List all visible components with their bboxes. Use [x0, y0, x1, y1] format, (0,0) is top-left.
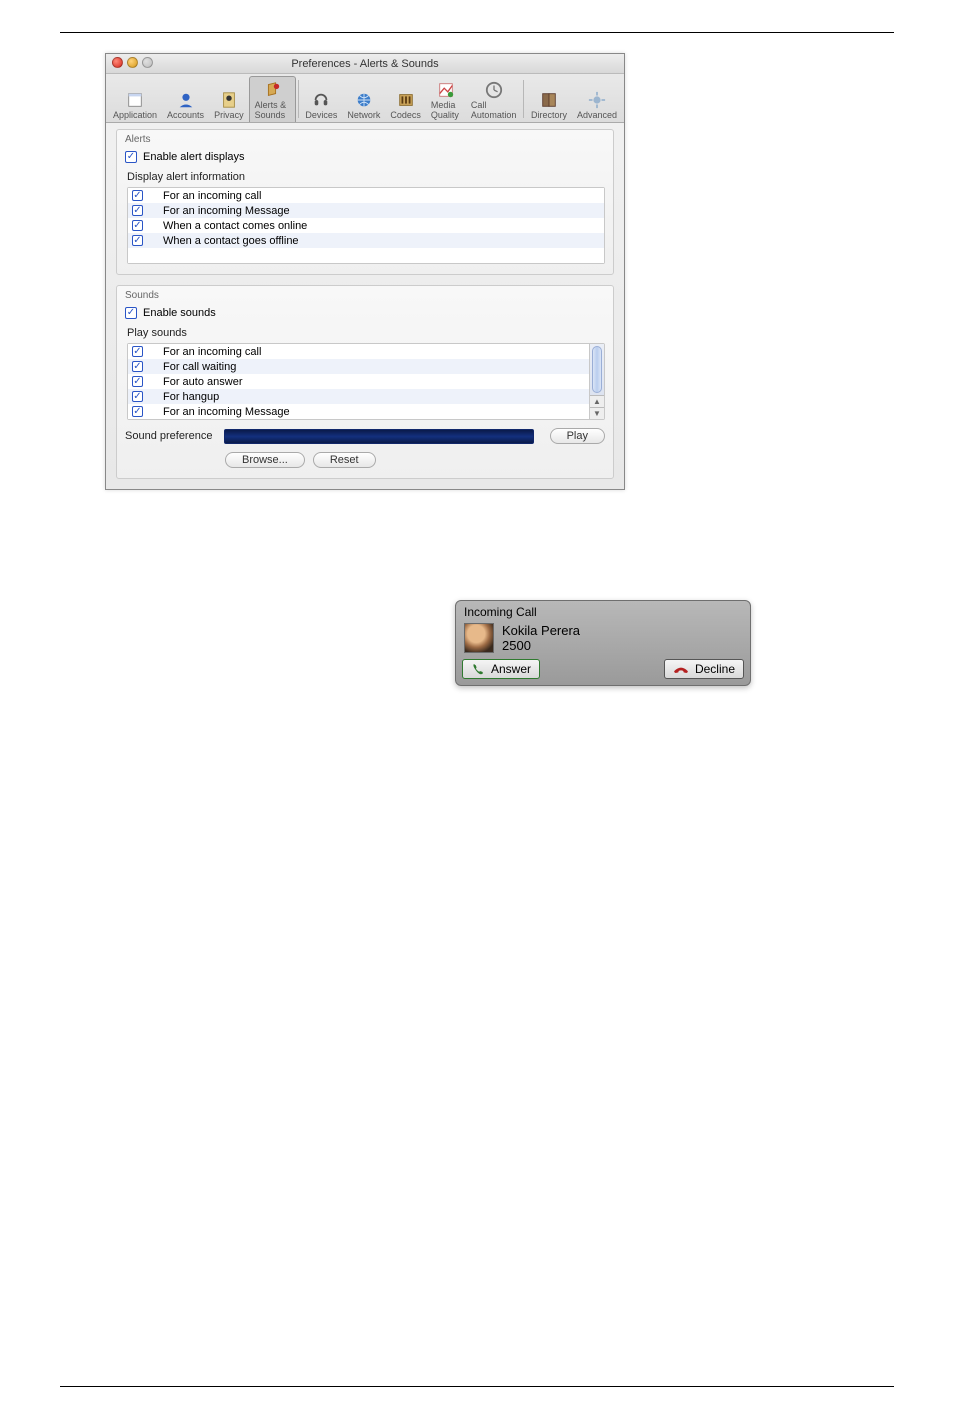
- answer-button[interactable]: Answer: [462, 659, 540, 679]
- reset-button[interactable]: Reset: [313, 452, 376, 468]
- checkbox[interactable]: [132, 205, 143, 216]
- scrollbar[interactable]: ▲ ▼: [590, 344, 604, 419]
- enable-sounds-checkbox[interactable]: [125, 307, 137, 319]
- checkbox[interactable]: [132, 190, 143, 201]
- titlebar: Preferences - Alerts & Sounds: [106, 54, 624, 74]
- window-title: Preferences - Alerts & Sounds: [291, 58, 438, 70]
- list-item-empty: [128, 248, 604, 263]
- browse-button[interactable]: Browse...: [225, 452, 305, 468]
- tab-codecs[interactable]: Codecs: [385, 76, 426, 122]
- sounds-section: Sounds Enable sounds Play sounds For an …: [116, 285, 614, 479]
- privacy-icon: [218, 90, 240, 110]
- scroll-thumb[interactable]: [592, 346, 602, 393]
- zoom-icon[interactable]: [142, 57, 153, 68]
- sound-preference-label: Sound preference: [125, 430, 212, 442]
- list-item[interactable]: For an incoming call: [128, 344, 589, 359]
- enable-alerts-label: Enable alert displays: [143, 151, 245, 163]
- tab-privacy[interactable]: Privacy: [209, 76, 249, 122]
- sound-preference-field[interactable]: [224, 429, 533, 444]
- tab-application[interactable]: Application: [108, 76, 162, 122]
- checkbox[interactable]: [132, 361, 143, 372]
- list-item[interactable]: For auto answer: [128, 374, 589, 389]
- tab-advanced[interactable]: Advanced: [572, 76, 622, 122]
- alerts-section-title: Alerts: [125, 134, 605, 145]
- list-item[interactable]: For an incoming call: [128, 188, 604, 203]
- incoming-call-toast: Incoming Call Kokila Perera 2500 Answer …: [455, 600, 751, 686]
- decline-button[interactable]: Decline: [664, 659, 744, 679]
- avatar: [464, 623, 494, 653]
- devices-icon: [310, 90, 332, 110]
- alerts-sounds-icon: [261, 80, 283, 100]
- checkbox[interactable]: [132, 220, 143, 231]
- phone-decline-icon: [673, 663, 689, 675]
- codecs-icon: [395, 90, 417, 110]
- minimize-icon[interactable]: [127, 57, 138, 68]
- toast-title: Incoming Call: [464, 605, 744, 619]
- scroll-up-icon[interactable]: ▲: [590, 395, 604, 407]
- preferences-window: Preferences - Alerts & Sounds Applicatio…: [105, 53, 625, 490]
- checkbox[interactable]: [132, 391, 143, 402]
- checkbox[interactable]: [132, 376, 143, 387]
- tab-media-quality[interactable]: Media Quality: [426, 76, 466, 122]
- caller-number: 2500: [502, 638, 580, 653]
- tab-devices[interactable]: Devices: [300, 76, 342, 122]
- display-alert-label: Display alert information: [127, 171, 605, 183]
- list-item[interactable]: For hangup: [128, 389, 589, 404]
- scroll-down-icon[interactable]: ▼: [590, 407, 604, 419]
- tab-accounts[interactable]: Accounts: [162, 76, 209, 122]
- list-item[interactable]: For call waiting: [128, 359, 589, 374]
- caller-name: Kokila Perera: [502, 623, 580, 638]
- tab-call-automation[interactable]: Call Automation: [466, 76, 522, 122]
- checkbox[interactable]: [132, 406, 143, 417]
- close-icon[interactable]: [112, 57, 123, 68]
- toolbar: Application Accounts Privacy Alerts & So…: [106, 74, 624, 123]
- application-icon: [124, 90, 146, 110]
- network-icon: [353, 90, 375, 110]
- sounds-section-title: Sounds: [125, 290, 605, 301]
- list-item[interactable]: When a contact goes offline: [128, 233, 604, 248]
- play-button[interactable]: Play: [550, 428, 605, 444]
- accounts-icon: [175, 90, 197, 110]
- play-sounds-label: Play sounds: [127, 327, 605, 339]
- phone-answer-icon: [471, 662, 485, 676]
- call-automation-icon: [483, 80, 505, 100]
- media-quality-icon: [435, 80, 457, 100]
- gear-icon: [586, 90, 608, 110]
- enable-sounds-label: Enable sounds: [143, 307, 216, 319]
- checkbox[interactable]: [132, 346, 143, 357]
- list-item[interactable]: For an incoming Message: [128, 404, 589, 419]
- alerts-list: For an incoming call For an incoming Mes…: [127, 187, 605, 264]
- list-item[interactable]: When a contact comes online: [128, 218, 604, 233]
- directory-icon: [538, 90, 560, 110]
- tab-alerts-sounds[interactable]: Alerts & Sounds: [249, 76, 296, 122]
- alerts-section: Alerts Enable alert displays Display ale…: [116, 129, 614, 275]
- sounds-list: For an incoming call For call waiting Fo…: [127, 343, 605, 420]
- checkbox[interactable]: [132, 235, 143, 246]
- tab-network[interactable]: Network: [342, 76, 385, 122]
- tab-directory[interactable]: Directory: [526, 76, 572, 122]
- enable-alerts-checkbox[interactable]: [125, 151, 137, 163]
- list-item[interactable]: For an incoming Message: [128, 203, 604, 218]
